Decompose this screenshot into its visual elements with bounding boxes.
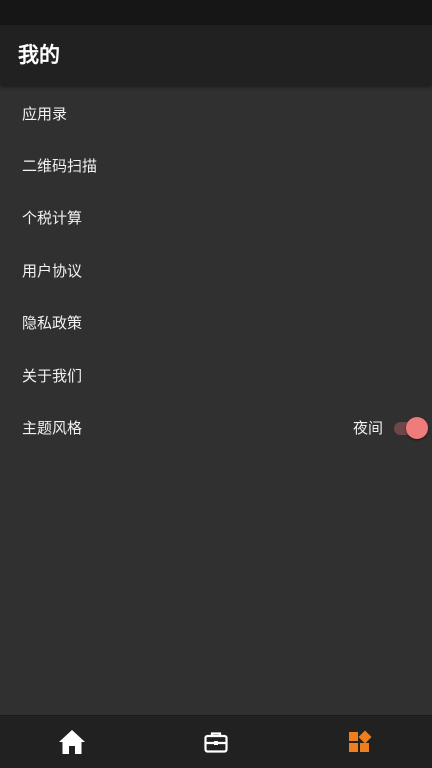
nav-home-button[interactable] bbox=[0, 716, 144, 768]
bottom-navigation bbox=[0, 715, 432, 768]
menu-item-about-us[interactable]: 关于我们 bbox=[0, 350, 432, 402]
menu-item-qr-scan[interactable]: 二维码扫描 bbox=[0, 140, 432, 192]
menu-item-privacy-policy[interactable]: 隐私政策 bbox=[0, 297, 432, 349]
menu-item-label: 个税计算 bbox=[22, 209, 83, 227]
status-bar bbox=[0, 0, 432, 25]
nav-mine-button[interactable] bbox=[288, 716, 432, 768]
home-icon bbox=[59, 730, 85, 754]
widgets-icon bbox=[349, 730, 372, 752]
page-title: 我的 bbox=[18, 43, 60, 67]
menu-item-tax-calculator[interactable]: 个税计算 bbox=[0, 192, 432, 244]
theme-mode-value: 夜间 bbox=[352, 419, 383, 437]
menu-list: 应用录 二维码扫描 个税计算 用户协议 隐私政策 关于我们 主题风格 夜间 bbox=[0, 85, 432, 715]
menu-item-label: 用户协议 bbox=[22, 262, 83, 280]
briefcase-icon bbox=[204, 732, 228, 753]
menu-item-app-directory[interactable]: 应用录 bbox=[0, 88, 432, 140]
menu-item-label: 应用录 bbox=[22, 105, 68, 123]
menu-item-theme-style[interactable]: 主题风格 夜间 bbox=[0, 402, 432, 454]
menu-item-label: 关于我们 bbox=[22, 367, 83, 385]
nav-tools-button[interactable] bbox=[144, 716, 288, 768]
theme-toggle-switch[interactable] bbox=[394, 417, 428, 439]
menu-item-label: 主题风格 bbox=[22, 419, 83, 437]
menu-item-user-agreement[interactable]: 用户协议 bbox=[0, 245, 432, 297]
menu-item-label: 二维码扫描 bbox=[22, 157, 98, 175]
menu-item-label: 隐私政策 bbox=[22, 314, 83, 332]
app-bar: 我的 bbox=[0, 25, 432, 85]
toggle-thumb bbox=[406, 417, 428, 439]
